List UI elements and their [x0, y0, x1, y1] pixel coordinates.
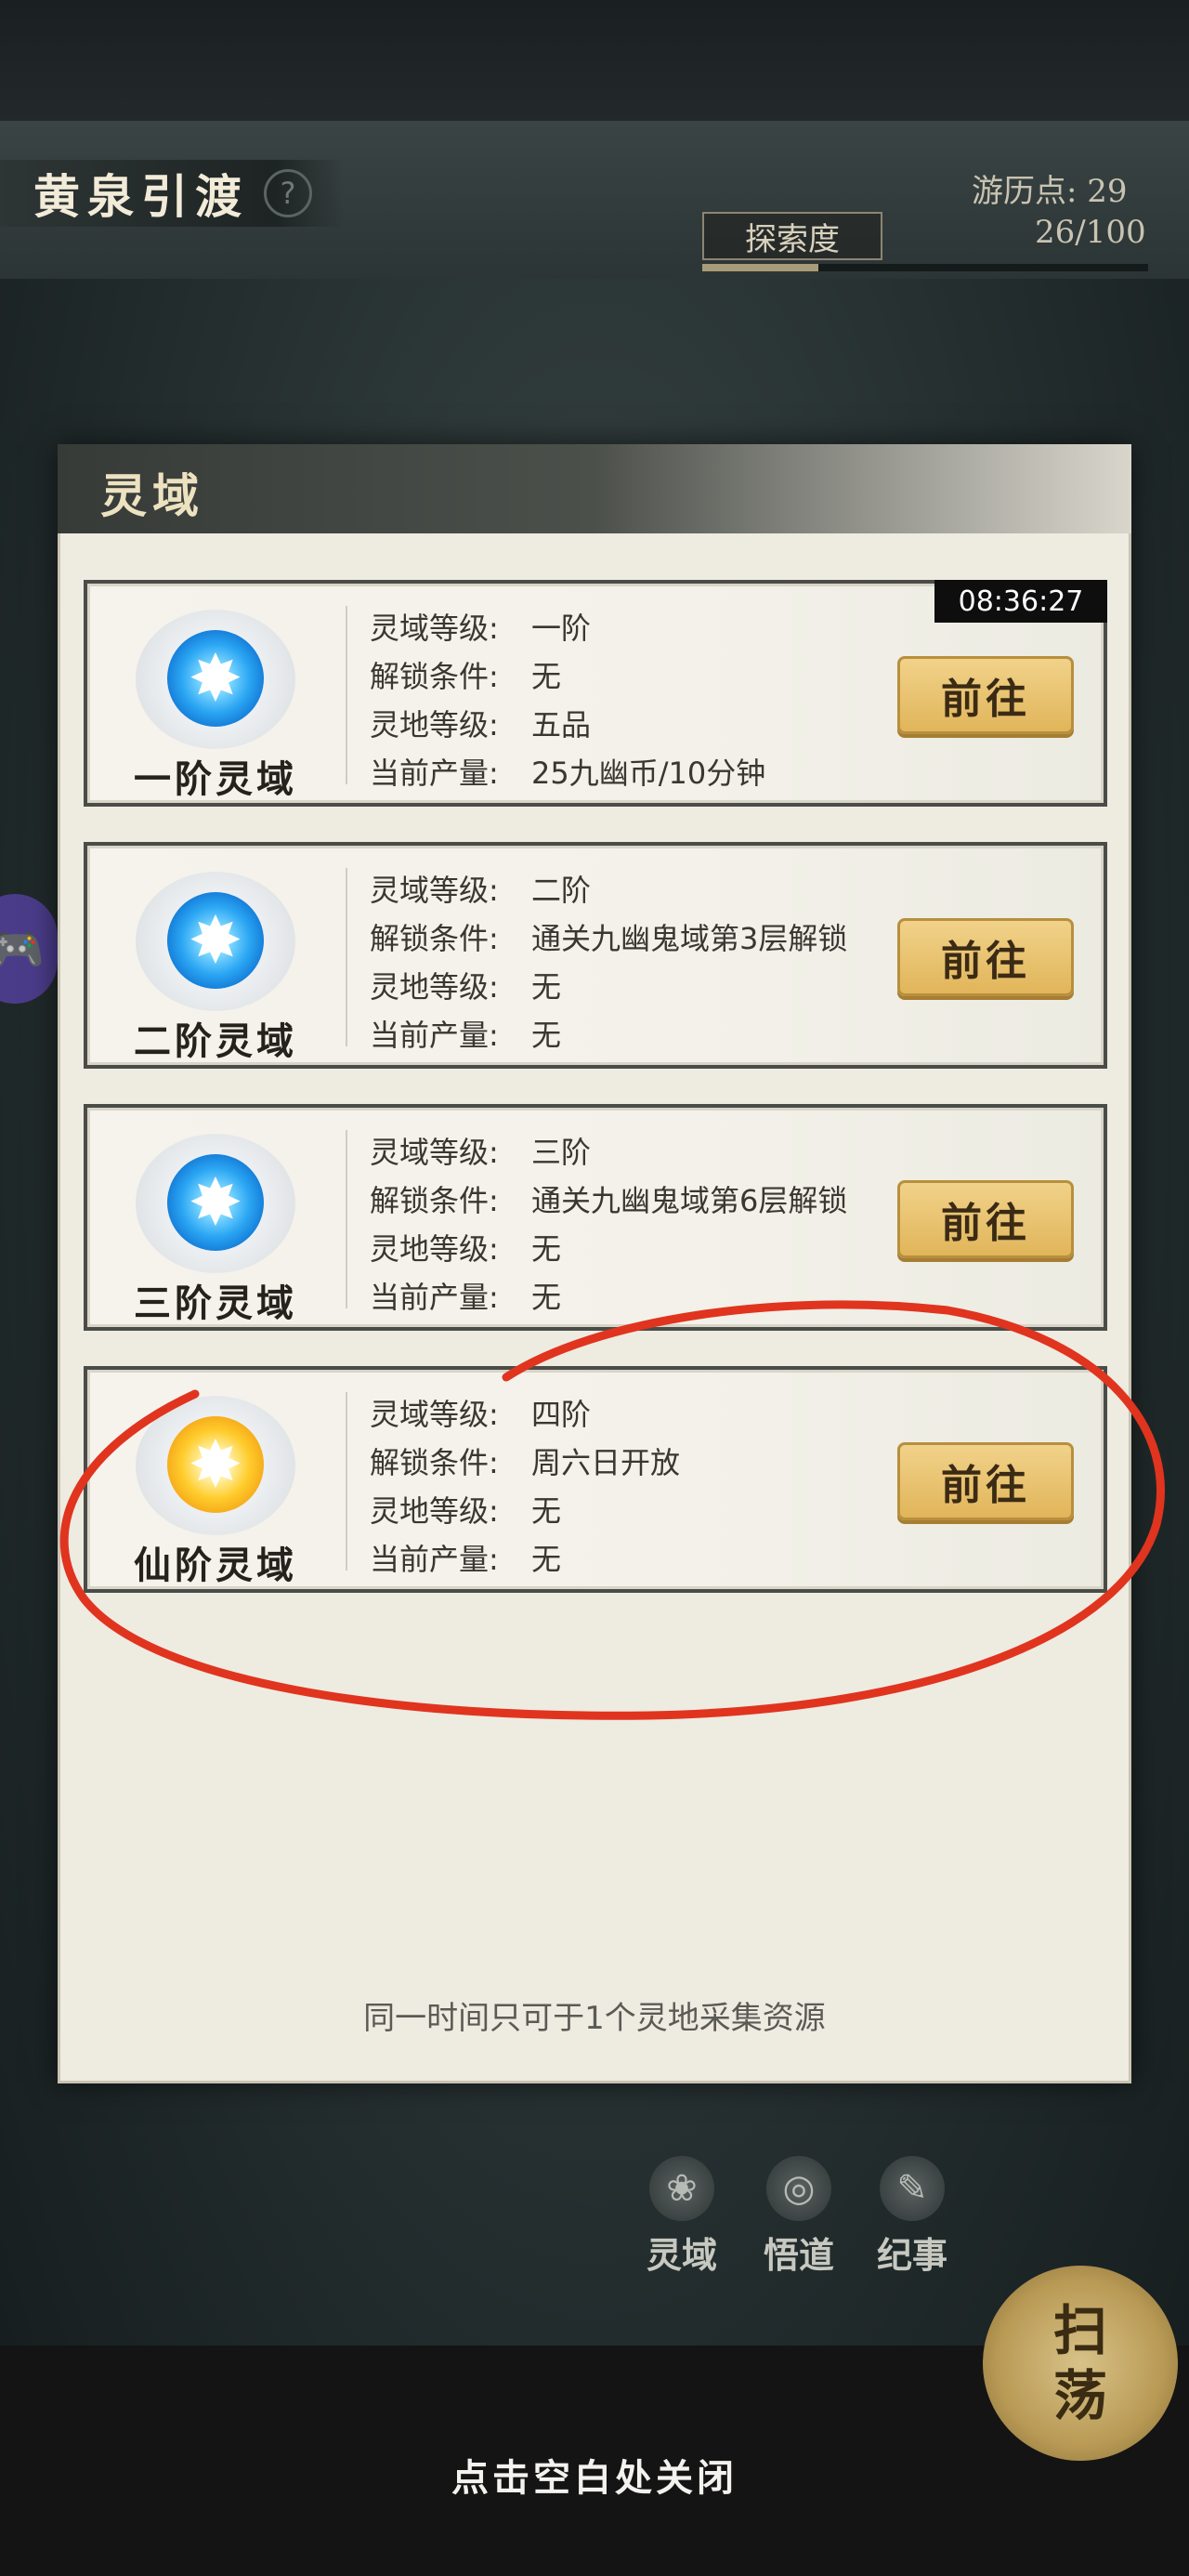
nav-item-jishi[interactable]: ✎ 纪事 — [866, 2156, 959, 2278]
nav-item-wudao[interactable]: ◎ 悟道 — [752, 2156, 845, 2278]
book-icon: ✎ — [880, 2156, 945, 2221]
nav-item-lingyu[interactable]: ❀ 灵域 — [635, 2156, 728, 2278]
lotus-icon: ❀ — [649, 2156, 714, 2221]
swirl-icon: ◎ — [766, 2156, 831, 2221]
close-hint: 点击空白处关闭 — [451, 2456, 738, 2500]
sweep-button[interactable]: 扫 荡 — [983, 2266, 1178, 2461]
